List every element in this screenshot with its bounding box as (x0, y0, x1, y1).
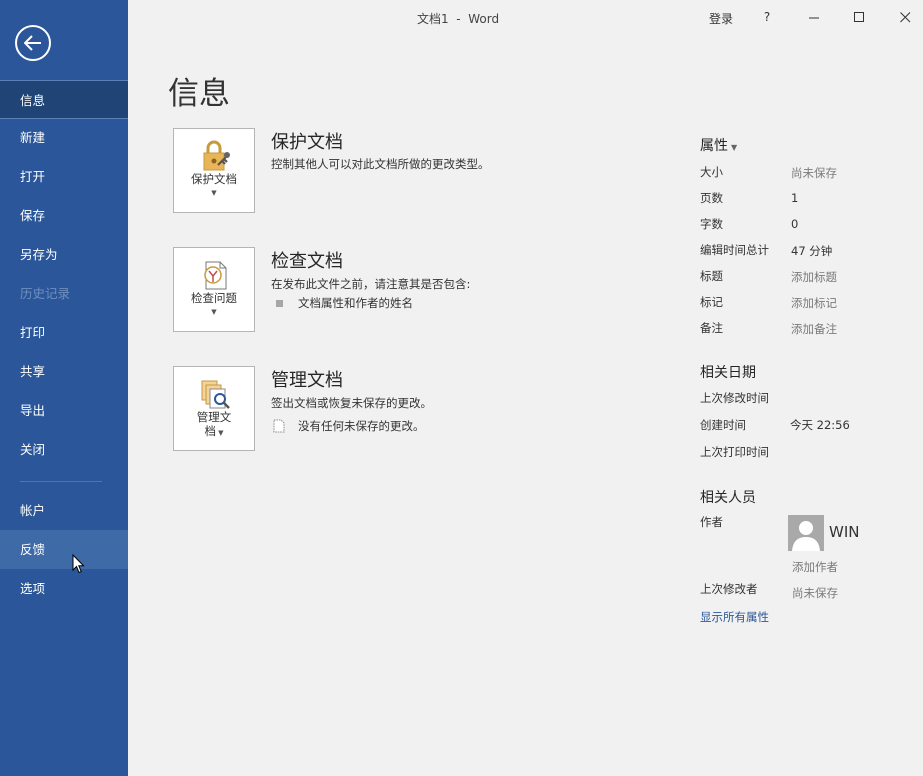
prop-pages-key: 页数 (700, 191, 723, 205)
chevron-down-icon: ▼ (731, 143, 738, 152)
related-people-heading: 相关人员 (700, 490, 756, 506)
user-silhouette-icon (792, 521, 820, 551)
nav-save-as[interactable]: 另存为 (0, 235, 128, 274)
nav-open[interactable]: 打开 (0, 157, 128, 196)
blank-document-icon (273, 419, 285, 433)
inspect-bullet: 文档属性和作者的姓名 (276, 295, 413, 311)
close-icon (899, 11, 910, 22)
close-window-button[interactable] (894, 6, 916, 28)
mouse-cursor-icon (72, 554, 85, 574)
nav-save[interactable]: 保存 (0, 196, 128, 235)
chevron-down-icon: ▼ (215, 429, 224, 437)
prop-title-input[interactable]: 添加标题 (791, 269, 837, 285)
prop-pages-value: 1 (791, 191, 799, 205)
protect-document-desc: 控制其他人可以对此文档所做的更改类型。 (271, 157, 490, 171)
bullet-square-icon (276, 299, 283, 307)
backstage-sidebar: 信息 新建 打开 保存 另存为 历史记录 打印 共享 导出 关闭 帐户 反馈 选… (0, 0, 128, 776)
manage-document-title: 管理文档 (271, 370, 343, 391)
date-last-printed-key: 上次打印时间 (700, 445, 769, 459)
nav-account[interactable]: 帐户 (0, 491, 128, 530)
inspect-document-desc: 在发布此文件之前，请注意其是否包含: (271, 277, 471, 291)
protect-document-button[interactable]: 保护文档 ▼ (173, 128, 255, 213)
prop-comments-input[interactable]: 添加备注 (791, 321, 837, 337)
nav-divider (20, 481, 102, 482)
nav-share[interactable]: 共享 (0, 352, 128, 391)
manage-document-label-line1: 管理文 (196, 410, 232, 424)
manage-bullet-text: 没有任何未保存的更改。 (298, 419, 425, 433)
prop-tags-key: 标记 (700, 295, 723, 309)
protect-document-label: 保护文档 (191, 172, 237, 186)
prop-size-value: 尚未保存 (791, 166, 837, 180)
maximize-button[interactable] (848, 6, 870, 28)
inspect-bullet-text: 文档属性和作者的姓名 (298, 296, 413, 310)
last-modified-by-value: 尚未保存 (792, 586, 838, 600)
prop-words-key: 字数 (700, 217, 723, 231)
show-all-properties-link[interactable]: 显示所有属性 (700, 609, 769, 625)
nav-export[interactable]: 导出 (0, 391, 128, 430)
date-created-key: 创建时间 (700, 418, 746, 432)
manage-document-label-line2: 档 ▼ (204, 424, 224, 438)
author-name: WIN (829, 523, 860, 541)
check-issues-button[interactable]: 检查问题 ▼ (173, 247, 255, 332)
manage-document-icon (201, 380, 230, 409)
nav-options[interactable]: 选项 (0, 569, 128, 608)
minimize-button[interactable] (803, 6, 825, 28)
prop-tags-input[interactable]: 添加标记 (791, 295, 837, 311)
author-avatar (788, 515, 824, 551)
protect-document-title: 保护文档 (271, 132, 343, 153)
prop-size-key: 大小 (700, 165, 723, 179)
check-issues-label: 检查问题 (191, 291, 237, 305)
prop-edit-time-key: 编辑时间总计 (700, 243, 769, 257)
page-title: 信息 (168, 76, 230, 112)
prop-comments-key: 备注 (700, 321, 723, 335)
nav-history: 历史记录 (20, 286, 71, 301)
nav-new[interactable]: 新建 (0, 118, 128, 157)
manage-document-button[interactable]: 管理文 档 ▼ (173, 366, 255, 451)
inspect-document-title: 检查文档 (271, 251, 343, 272)
author-key: 作者 (700, 515, 723, 529)
chevron-down-icon: ▼ (211, 308, 217, 316)
window-title: 文档1 - Word (417, 12, 500, 26)
date-last-modified-key: 上次修改时间 (700, 391, 769, 405)
prop-title-key: 标题 (700, 269, 723, 283)
inspect-document-icon (204, 261, 227, 290)
prop-words-value: 0 (791, 217, 799, 231)
manage-bullet: 没有任何未保存的更改。 (273, 418, 425, 434)
back-button[interactable] (15, 25, 51, 61)
nav-close[interactable]: 关闭 (0, 430, 128, 469)
sign-in-link[interactable]: 登录 (709, 10, 733, 27)
properties-dropdown[interactable]: 属性 ▼ (700, 135, 737, 155)
prop-edit-time-value: 47 分钟 (791, 244, 833, 258)
minimize-icon (808, 17, 819, 18)
last-modified-by-key: 上次修改者 (700, 582, 758, 596)
manage-document-desc: 签出文档或恢复未保存的更改。 (271, 396, 432, 410)
help-button[interactable]: ? (756, 6, 778, 28)
related-dates-heading: 相关日期 (700, 365, 756, 381)
maximize-icon (853, 11, 864, 22)
date-created-value: 今天 22:56 (790, 418, 850, 432)
nav-print[interactable]: 打印 (0, 313, 128, 352)
nav-info[interactable]: 信息 (0, 80, 128, 119)
lock-key-icon (203, 140, 230, 171)
chevron-down-icon: ▼ (211, 189, 217, 197)
arrow-left-icon (24, 35, 41, 51)
nav-feedback[interactable]: 反馈 (0, 530, 128, 569)
add-author-input[interactable]: 添加作者 (792, 559, 838, 575)
properties-heading: 属性 (700, 138, 728, 154)
